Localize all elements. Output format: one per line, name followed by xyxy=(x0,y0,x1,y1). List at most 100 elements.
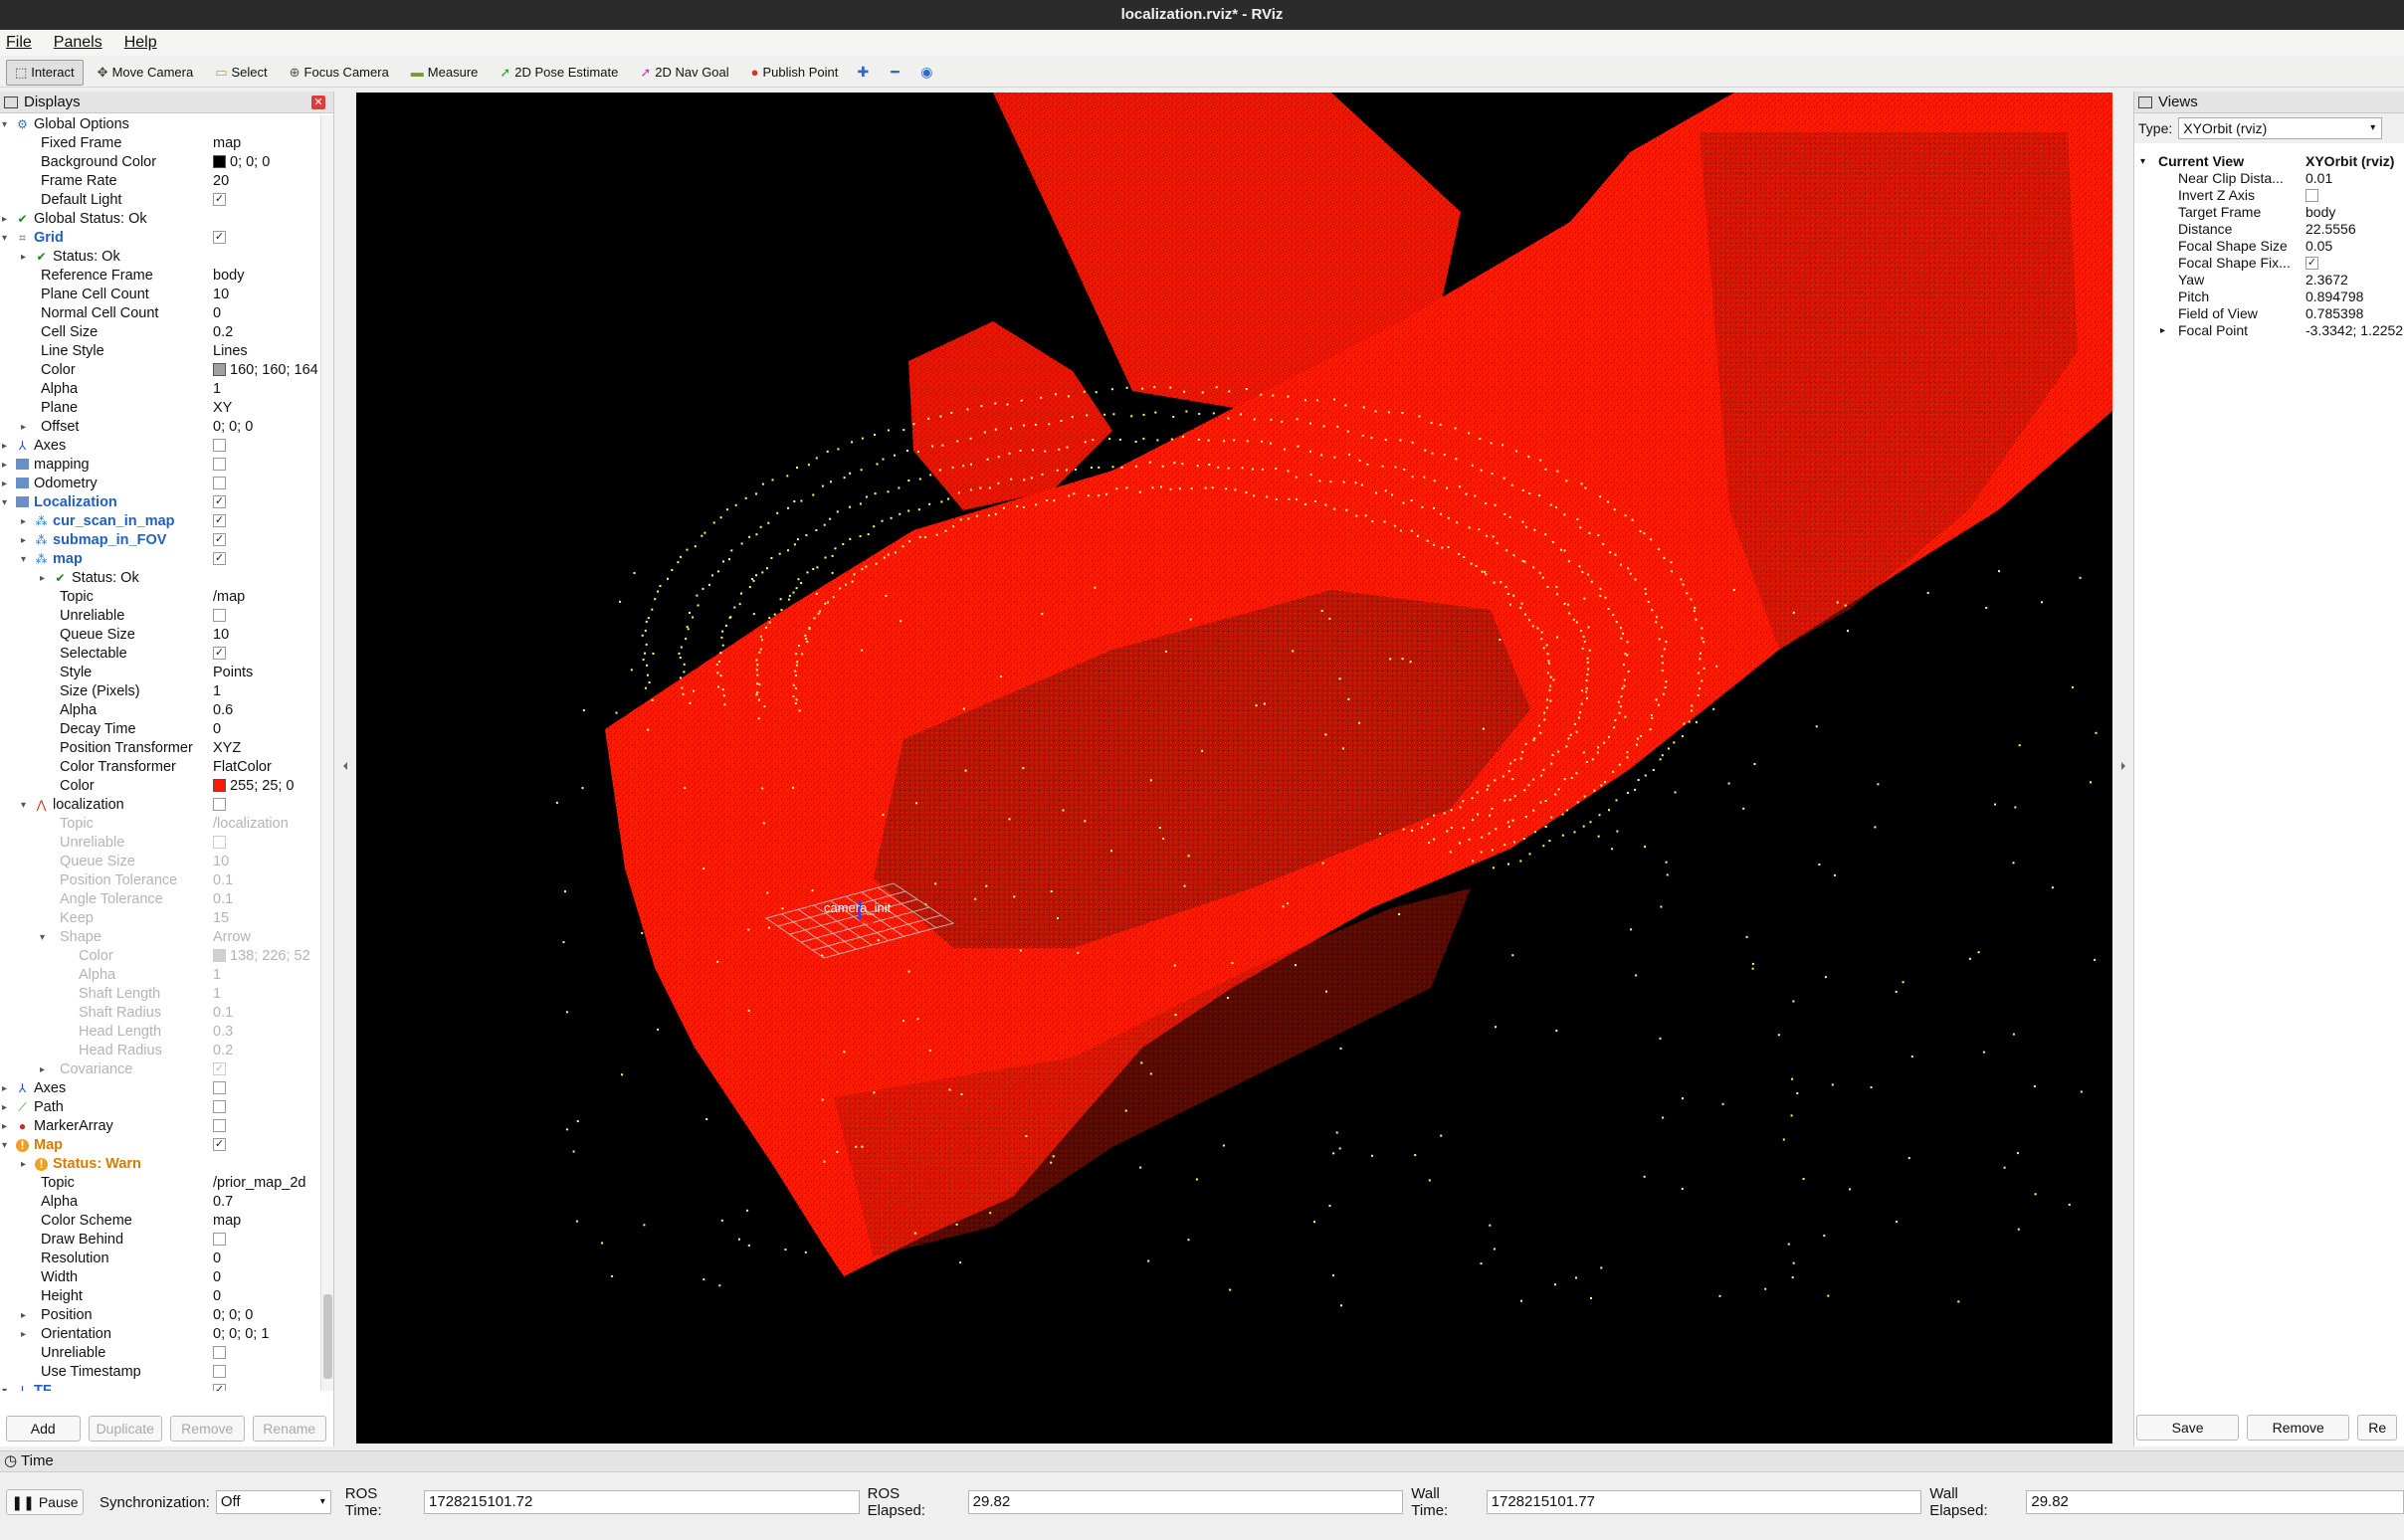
camera-type-icon[interactable]: ◉ xyxy=(915,62,937,84)
chevron-right-icon[interactable]: ▸ xyxy=(2,456,7,475)
display-row-markerarray[interactable]: ▸ ● MarkerArray xyxy=(0,1117,320,1136)
chevron-right-icon[interactable]: ▸ xyxy=(2160,322,2165,339)
checkbox[interactable]: ✓ xyxy=(213,494,226,508)
checkbox[interactable] xyxy=(213,1118,226,1132)
wall-time-field[interactable]: 1728215101.77 xyxy=(1486,1490,1922,1514)
display-value[interactable]: ✓ xyxy=(213,1382,318,1391)
checkbox[interactable]: ✓ xyxy=(213,646,226,660)
display-value[interactable] xyxy=(213,1344,318,1363)
display-value[interactable]: 0.6 xyxy=(213,701,318,720)
view-value[interactable]: 0.05 xyxy=(2305,238,2332,255)
display-row-covariance[interactable]: ▸ Covariance ✓ xyxy=(0,1060,320,1079)
pause-button[interactable]: ❚❚ Pause xyxy=(6,1489,84,1515)
checkbox[interactable]: ✓ xyxy=(213,230,226,244)
scrollbar-thumb[interactable] xyxy=(323,1294,332,1379)
display-value[interactable] xyxy=(213,834,318,853)
display-value[interactable]: 0 xyxy=(213,1268,318,1287)
view-value[interactable]: 0.894798 xyxy=(2305,289,2363,305)
display-value[interactable] xyxy=(213,1098,318,1117)
checkbox[interactable]: ✓ xyxy=(213,1383,226,1391)
display-row-submap-in-fov[interactable]: ▸ ⁂ submap_in_FOV ✓ xyxy=(0,531,320,550)
menu-help[interactable]: Help xyxy=(124,34,157,52)
chevron-right-icon[interactable]: ▸ xyxy=(2,437,7,456)
right-splitter[interactable] xyxy=(2113,92,2133,1446)
chevron-right-icon[interactable]: ▸ xyxy=(21,248,26,267)
chevron-down-icon[interactable]: ▾ xyxy=(2,1382,7,1391)
display-row-unreliable[interactable]: Unreliable xyxy=(0,834,320,853)
chevron-right-icon[interactable]: ▸ xyxy=(40,569,45,588)
display-value[interactable]: map xyxy=(213,134,318,153)
checkbox[interactable] xyxy=(213,476,226,489)
display-value[interactable]: 15 xyxy=(213,909,318,928)
view-value[interactable]: -3.3342; 1.2252 xyxy=(2305,322,2403,339)
display-value[interactable]: /localization xyxy=(213,815,318,834)
displays-scrollbar[interactable] xyxy=(320,115,333,1391)
display-row-odometry[interactable]: ▸ ▬ Odometry xyxy=(0,475,320,493)
display-value[interactable]: ✓ xyxy=(213,229,318,248)
checkbox[interactable] xyxy=(213,1099,226,1113)
view-row-target-frame[interactable]: Target Frame body xyxy=(2134,204,2404,221)
display-row-head-radius[interactable]: Head Radius 0.2 xyxy=(0,1042,320,1060)
display-value[interactable]: XY xyxy=(213,399,318,418)
display-row-axes[interactable]: ▸ ⅄ Axes xyxy=(0,1079,320,1098)
chevron-down-icon[interactable]: ▾ xyxy=(21,796,26,815)
display-row-position-tolerance[interactable]: Position Tolerance 0.1 xyxy=(0,871,320,890)
chevron-down-icon[interactable]: ▾ xyxy=(2,115,7,134)
add-button[interactable]: Add xyxy=(6,1416,81,1442)
display-value[interactable]: 0; 0; 0 xyxy=(213,418,318,437)
view-row-distance[interactable]: Distance 22.5556 xyxy=(2134,221,2404,238)
display-row-cur-scan-in-map[interactable]: ▸ ⁂ cur_scan_in_map ✓ xyxy=(0,512,320,531)
display-row-global-options[interactable]: ▾ ⚙ Global Options xyxy=(0,115,320,134)
remove-tool-icon[interactable]: ━ xyxy=(884,62,905,84)
display-value[interactable]: 0 xyxy=(213,720,318,739)
chevron-right-icon[interactable]: ▸ xyxy=(21,1306,26,1325)
display-row-position[interactable]: ▸ Position 0; 0; 0 xyxy=(0,1306,320,1325)
view-value[interactable]: 22.5556 xyxy=(2305,221,2356,238)
display-value[interactable]: FlatColor xyxy=(213,758,318,777)
display-row-unreliable[interactable]: Unreliable xyxy=(0,1344,320,1363)
display-value[interactable]: Points xyxy=(213,664,318,682)
display-value[interactable]: 0.3 xyxy=(213,1023,318,1042)
display-row-selectable[interactable]: Selectable ✓ xyxy=(0,645,320,664)
view-value[interactable]: 2.3672 xyxy=(2305,272,2348,289)
checkbox[interactable] xyxy=(213,1345,226,1359)
checkbox[interactable] xyxy=(213,1364,226,1378)
checkbox[interactable] xyxy=(213,797,226,811)
display-value[interactable]: ✓ xyxy=(213,512,318,531)
display-value[interactable]: ✓ xyxy=(213,645,318,664)
display-value[interactable] xyxy=(213,1079,318,1098)
re-view-button[interactable]: Re xyxy=(2357,1415,2397,1441)
display-value[interactable]: 0; 0; 0 xyxy=(213,1306,318,1325)
checkbox[interactable]: ✓ xyxy=(213,1061,226,1075)
display-row-angle-tolerance[interactable]: Angle Tolerance 0.1 xyxy=(0,890,320,909)
display-value[interactable]: ✓ xyxy=(213,191,318,210)
chevron-right-icon[interactable]: ▸ xyxy=(40,1060,45,1079)
save-view-button[interactable]: Save xyxy=(2136,1415,2240,1441)
wall-elapsed-field[interactable]: 29.82 xyxy=(2026,1490,2404,1514)
tool-publish-point-button[interactable]: ● Publish Point xyxy=(743,60,847,86)
display-row-path[interactable]: ▸ ⟋ Path xyxy=(0,1098,320,1117)
view-value[interactable] xyxy=(2305,187,2318,204)
display-row-alpha[interactable]: Alpha 0.6 xyxy=(0,701,320,720)
tool-select-button[interactable]: ▭ Select xyxy=(207,60,275,86)
chevron-right-icon[interactable]: ▸ xyxy=(2,210,7,229)
display-row-default-light[interactable]: Default Light ✓ xyxy=(0,191,320,210)
display-row-color[interactable]: Color 138; 226; 52 xyxy=(0,947,320,966)
display-row-size-pixels[interactable]: Size (Pixels) 1 xyxy=(0,682,320,701)
display-row-status-warn[interactable]: ▸! Status: Warn xyxy=(0,1155,320,1174)
sync-select[interactable]: Off ▾ xyxy=(215,1490,331,1514)
display-row-reference-frame[interactable]: Reference Frame body xyxy=(0,267,320,286)
display-row-color[interactable]: Color 255; 25; 0 xyxy=(0,777,320,796)
display-row-status-ok[interactable]: ▸ ✔ Status: Ok xyxy=(0,569,320,588)
add-tool-icon[interactable]: ✚ xyxy=(852,62,874,84)
checkbox[interactable] xyxy=(213,1232,226,1246)
display-row-keep[interactable]: Keep 15 xyxy=(0,909,320,928)
left-splitter[interactable] xyxy=(336,92,356,1446)
display-value[interactable]: 1 xyxy=(213,985,318,1004)
chevron-right-icon[interactable]: ▸ xyxy=(21,531,26,550)
display-row-topic[interactable]: Topic/localization xyxy=(0,815,320,834)
chevron-down-icon[interactable]: ▾ xyxy=(40,928,45,947)
display-value[interactable]: 138; 226; 52 xyxy=(213,947,318,966)
display-row-fixed-frame[interactable]: Fixed Frame map xyxy=(0,134,320,153)
display-row-style[interactable]: Style Points xyxy=(0,664,320,682)
